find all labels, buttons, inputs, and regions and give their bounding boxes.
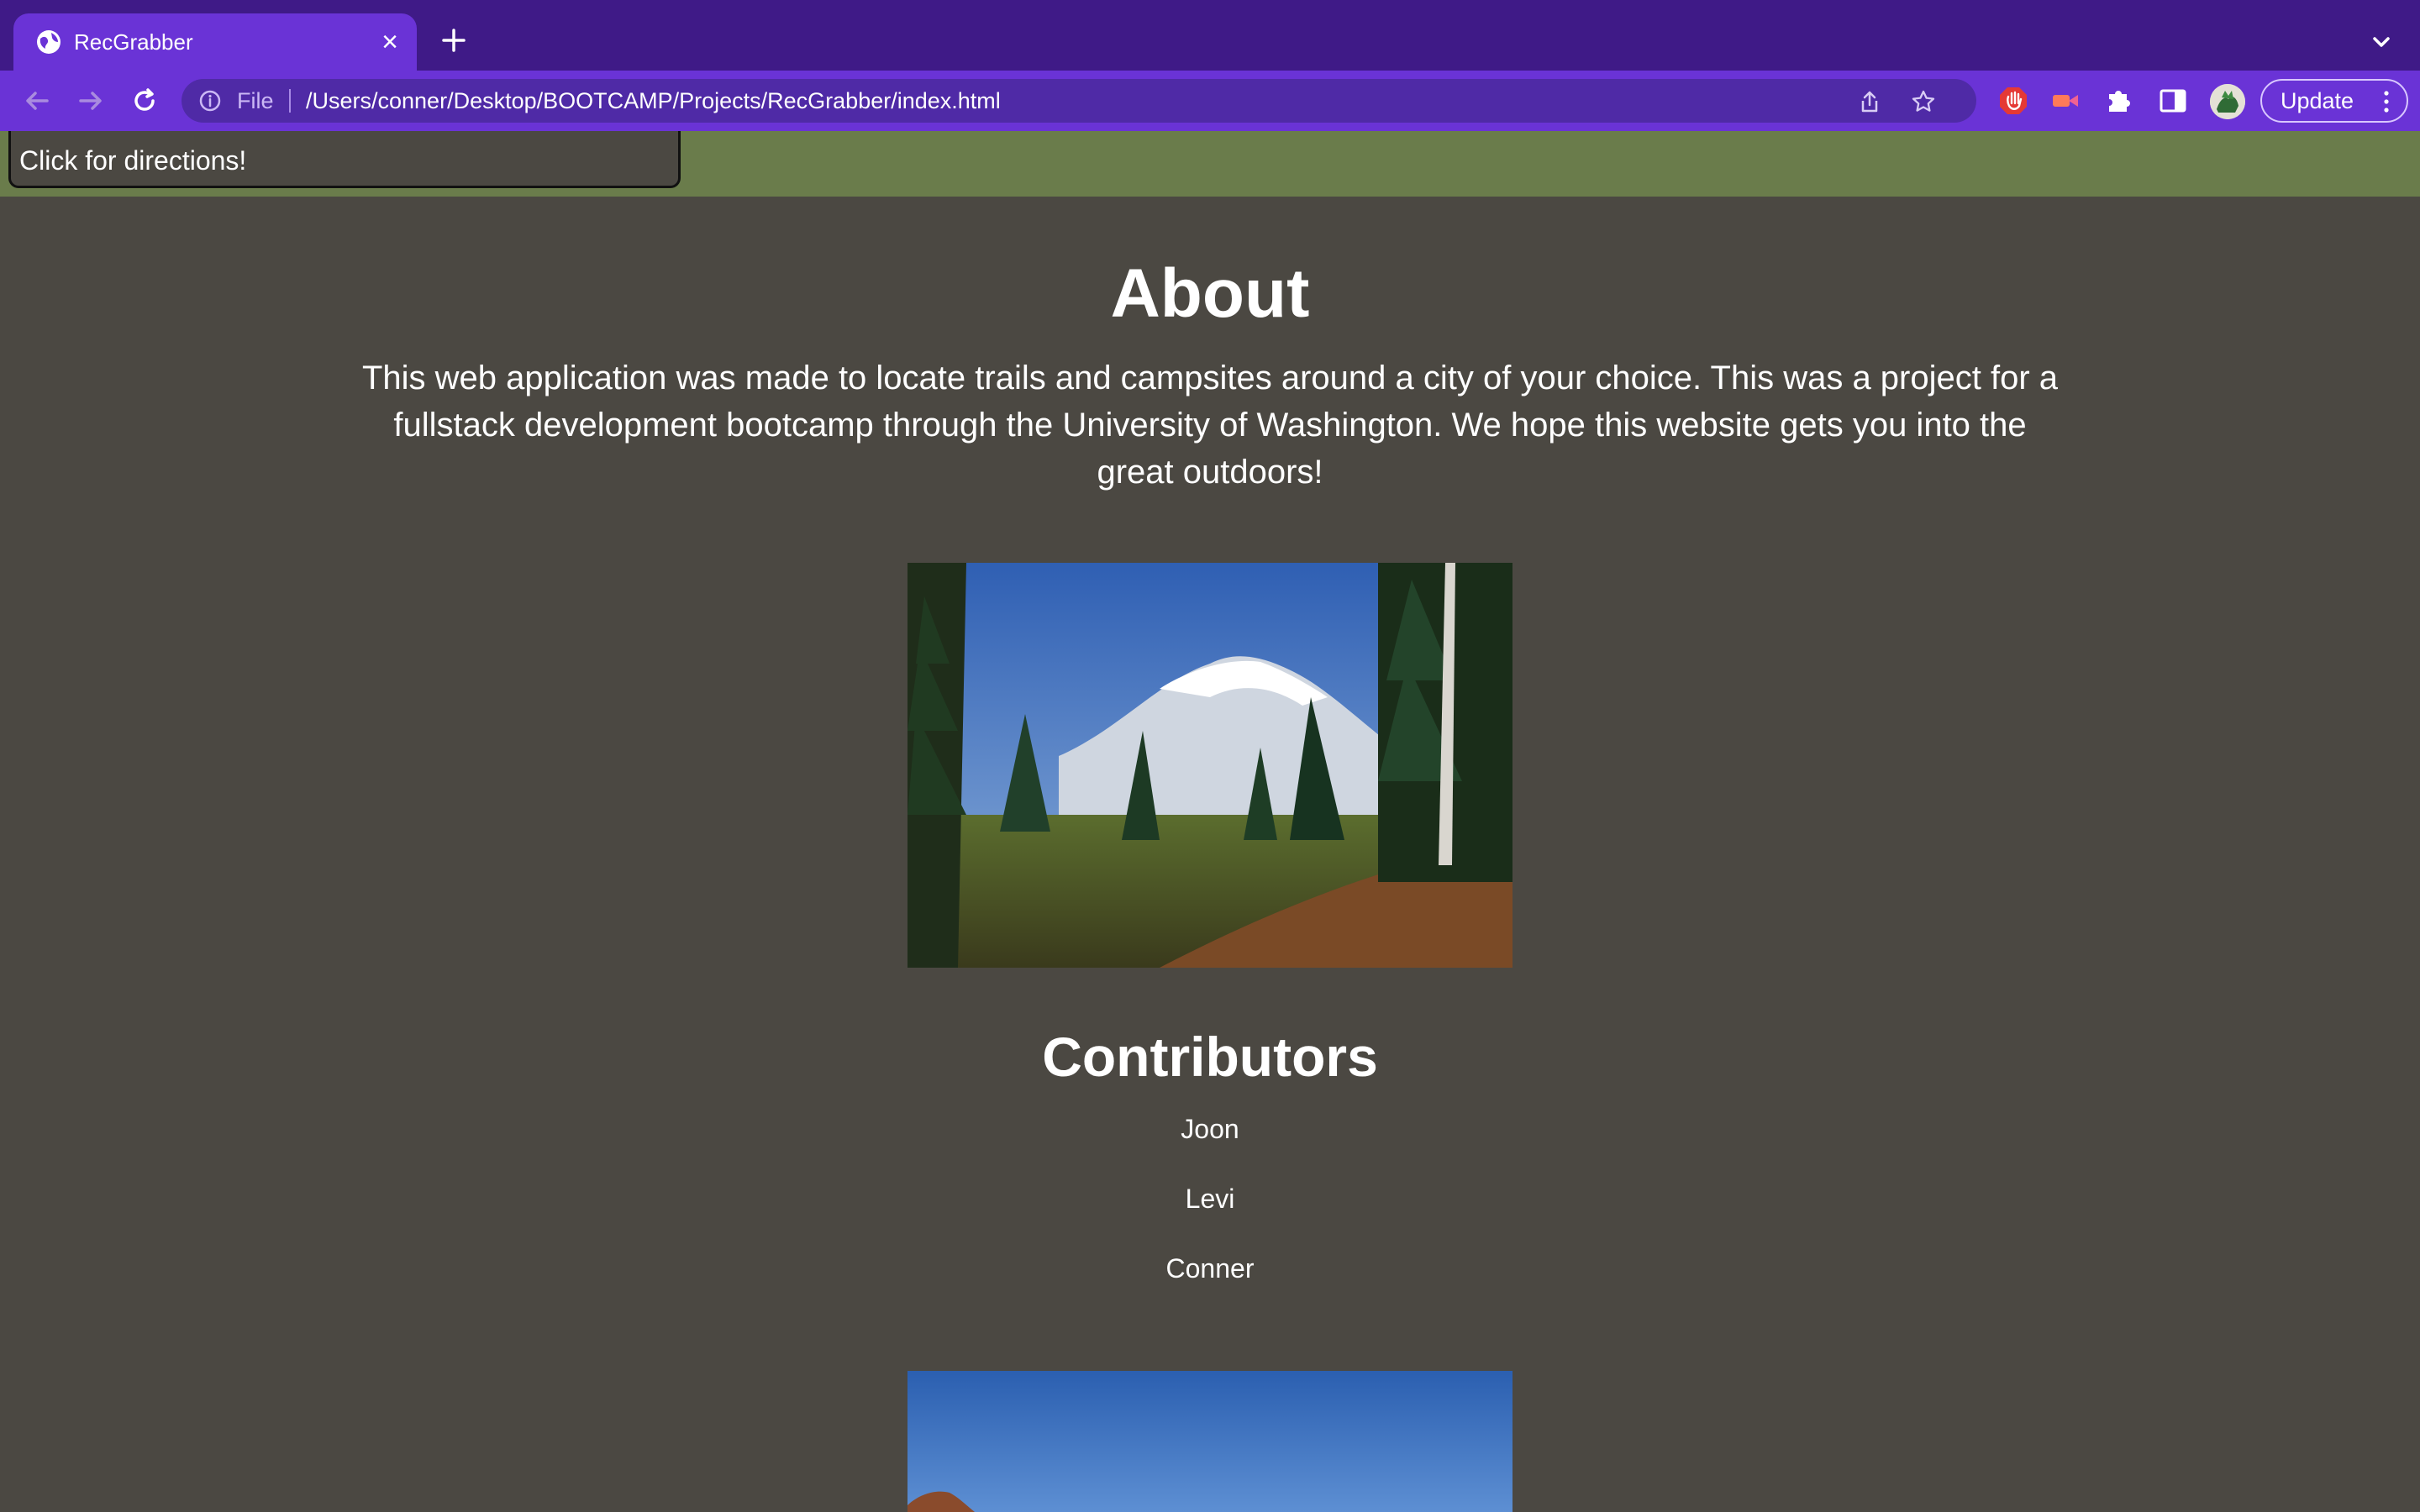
- extensions-puzzle-icon[interactable]: [2104, 86, 2134, 116]
- tab-title: RecGrabber: [74, 29, 193, 55]
- address-divider: [289, 89, 291, 113]
- about-heading: About: [1110, 255, 1310, 332]
- info-icon[interactable]: [198, 89, 222, 113]
- screen-recorder-extension-icon[interactable]: [2050, 86, 2081, 116]
- contributor-name: Levi: [1185, 1184, 1235, 1214]
- globe-icon: [37, 30, 60, 54]
- side-panel-icon[interactable]: [2158, 86, 2188, 116]
- address-bar[interactable]: File /Users/conner/Desktop/BOOTCAMP/Proj…: [182, 79, 1976, 123]
- adblock-extension-icon[interactable]: [1998, 86, 2028, 116]
- more-vert-icon[interactable]: [2380, 89, 2393, 114]
- browser-tab-active[interactable]: RecGrabber ×: [13, 13, 417, 71]
- forward-icon[interactable]: [72, 82, 109, 119]
- contributor-name: Joon: [1181, 1114, 1239, 1144]
- url-scheme-label: File: [237, 88, 274, 113]
- landscape-photo: [908, 1371, 1512, 1512]
- close-tab-icon[interactable]: ×: [376, 28, 403, 56]
- chevron-down-icon[interactable]: [2365, 27, 2398, 57]
- update-button[interactable]: Update: [2260, 79, 2408, 123]
- contributor-name: Conner: [1165, 1253, 1255, 1284]
- back-icon[interactable]: [18, 82, 55, 119]
- reload-icon[interactable]: [126, 82, 163, 119]
- url-text[interactable]: /Users/conner/Desktop/BOOTCAMP/Projects/…: [306, 79, 1001, 123]
- about-description: This web application was made to locate …: [361, 360, 2059, 491]
- bookmark-star-icon[interactable]: [1911, 89, 1936, 114]
- directions-button[interactable]: Click for directions!: [8, 131, 681, 188]
- tab-strip: RecGrabber ×: [0, 0, 2420, 71]
- new-tab-icon[interactable]: [437, 24, 471, 57]
- browser-toolbar: File /Users/conner/Desktop/BOOTCAMP/Proj…: [0, 71, 2420, 131]
- share-icon[interactable]: [1857, 89, 1882, 114]
- profile-avatar-image: [2210, 84, 2245, 119]
- contributors-heading: Contributors: [1042, 1026, 1378, 1088]
- mountain-forest-photo: [908, 563, 1512, 968]
- profile-avatar[interactable]: [2210, 84, 2245, 119]
- update-button-label: Update: [2281, 88, 2354, 113]
